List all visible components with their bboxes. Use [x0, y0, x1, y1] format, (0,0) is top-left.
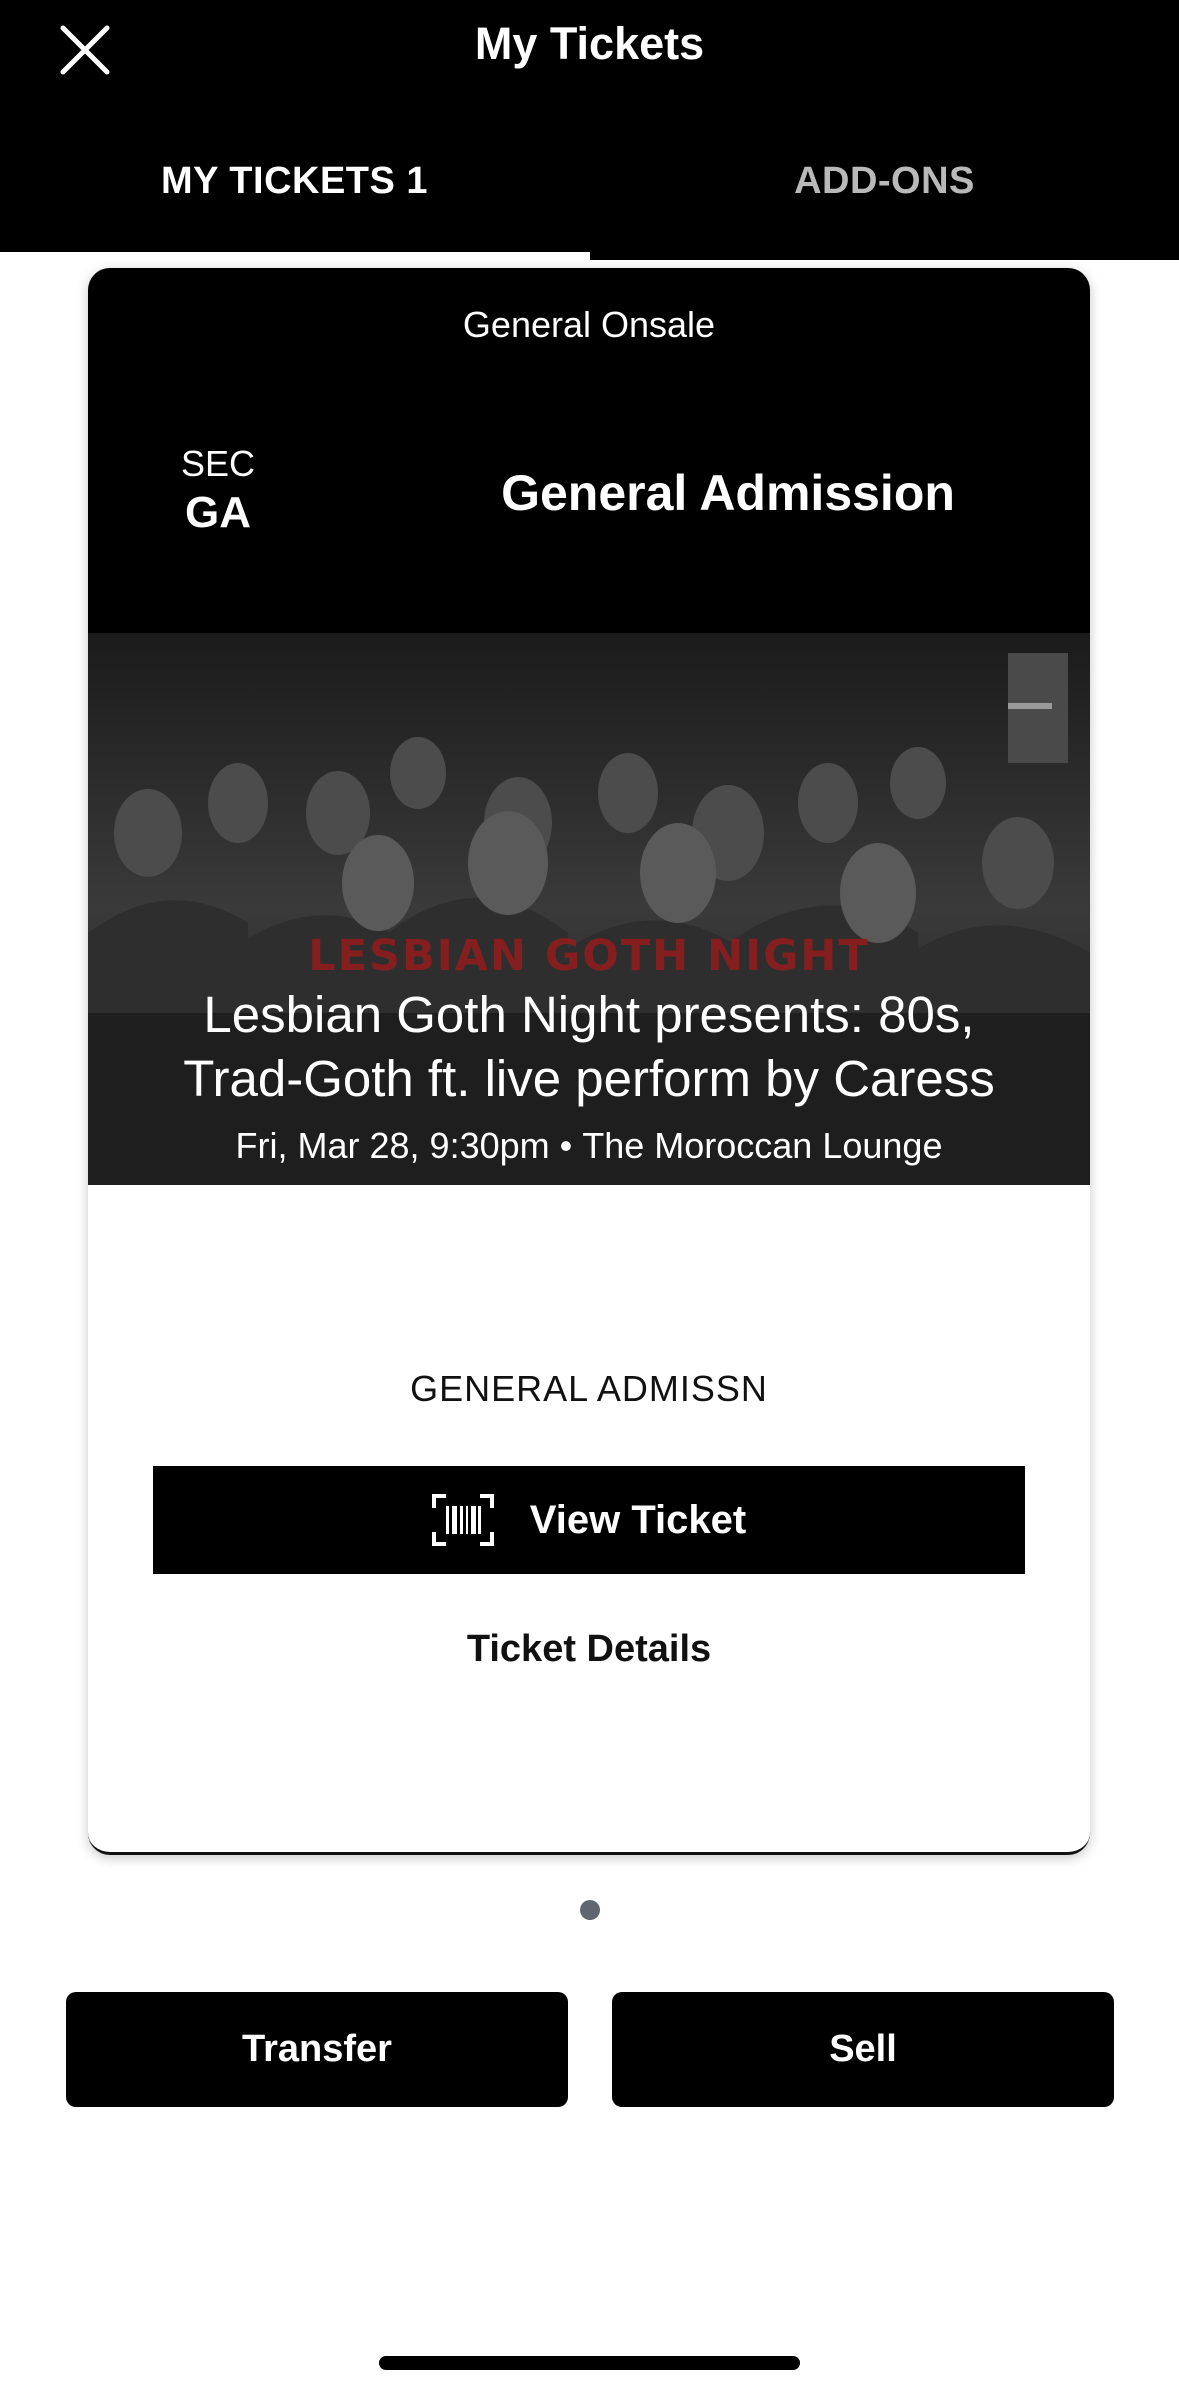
admission-title: General Admission — [501, 465, 955, 521]
sell-button[interactable]: Sell — [612, 1992, 1114, 2107]
section-label: SEC — [180, 443, 256, 484]
tab-add-ons[interactable]: ADD-ONS — [590, 160, 1179, 203]
transfer-button[interactable]: Transfer — [66, 1992, 568, 2107]
section-value: GA — [185, 488, 251, 537]
ticket-type-label: GENERAL ADMISSN — [410, 1368, 768, 1409]
view-ticket-label: View Ticket — [529, 1497, 747, 1542]
event-brand-text: LESBIAN GOTH NIGHT — [308, 931, 870, 981]
tab-my-tickets[interactable]: MY TICKETS 1 — [0, 160, 589, 203]
event-name: Lesbian Goth Night presents: 80s, Trad-G… — [128, 983, 1050, 1111]
event-image: LESBIAN GOTH NIGHT Lesbian Goth Night pr… — [88, 633, 1090, 1185]
event-venue: The Moroccan Lounge — [582, 1125, 943, 1166]
ticket-card-header: General Onsale SEC GA General Admission — [88, 268, 1090, 633]
header-bar: My Tickets MY TICKETS 1 ADD-ONS — [0, 0, 1179, 262]
meta-separator: • — [559, 1125, 573, 1166]
event-date: Fri, Mar 28, 9:30pm — [235, 1125, 550, 1166]
event-name-line-2: Trad-Goth ft. live perform by Caress — [183, 1050, 995, 1107]
home-indicator — [379, 2356, 800, 2370]
section-block: SEC GA — [158, 446, 278, 539]
onsale-label: General Onsale — [462, 304, 716, 345]
event-name-line-1: Lesbian Goth Night presents: 80s, — [203, 986, 975, 1043]
page-title: My Tickets — [474, 18, 705, 69]
tickets-screen: My Tickets MY TICKETS 1 ADD-ONS General … — [0, 0, 1179, 2396]
barcode-scan-icon — [431, 1494, 494, 1546]
view-ticket-button[interactable]: View Ticket — [153, 1466, 1025, 1574]
active-tab-indicator — [0, 252, 590, 262]
event-meta: Fri, Mar 28, 9:30pm • The Moroccan Lounge — [88, 1125, 1090, 1167]
pager-dot — [580, 1900, 600, 1920]
ticket-card: General Onsale SEC GA General Admission — [88, 268, 1090, 1855]
ticket-details-link[interactable]: Ticket Details — [88, 1628, 1090, 1671]
